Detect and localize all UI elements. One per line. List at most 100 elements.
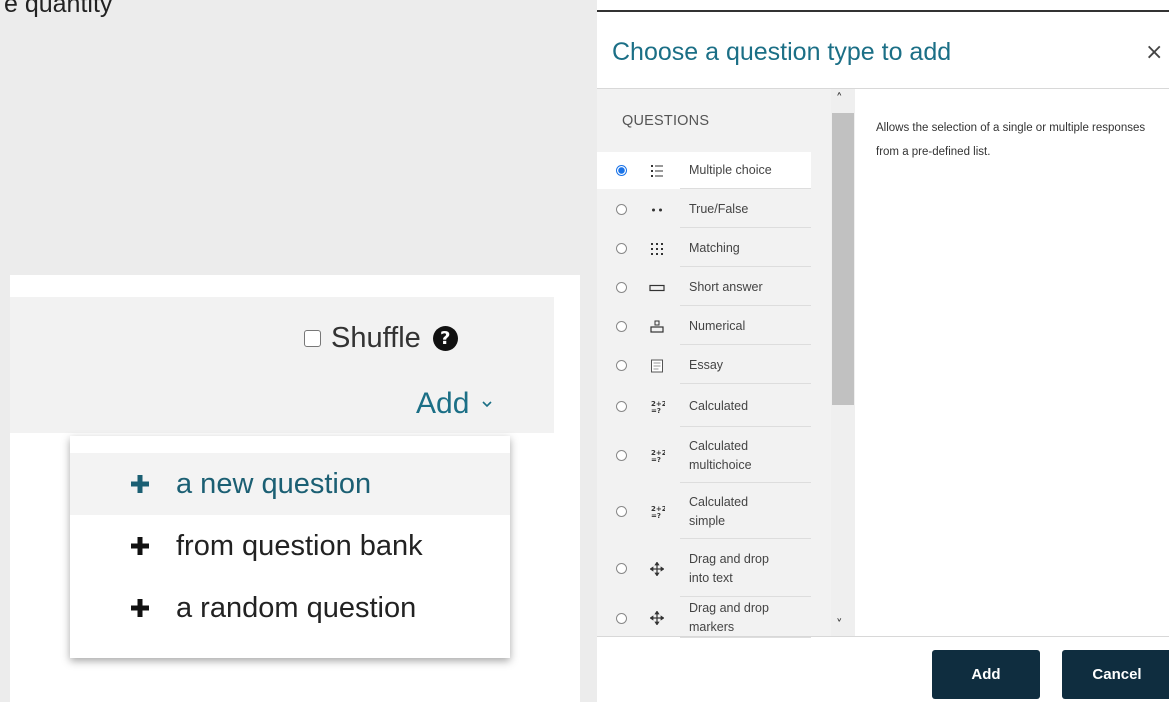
- question-type-radio[interactable]: [616, 243, 627, 254]
- shuffle-checkbox[interactable]: [304, 330, 321, 347]
- question-type-option[interactable]: Numerical: [597, 308, 811, 345]
- question-type-option[interactable]: Matching: [597, 230, 811, 267]
- question-type-label-line: Numerical: [689, 319, 746, 333]
- question-type-label: Matching: [689, 239, 740, 258]
- row-divider: [680, 188, 811, 189]
- help-icon[interactable]: ?: [432, 326, 458, 351]
- question-type-label-line: Calculated: [689, 494, 749, 509]
- row-divider: [680, 227, 811, 228]
- shuffle-control[interactable]: Shuffle ?: [304, 322, 458, 355]
- question-type-option[interactable]: 2+2 =? Calculated multichoice: [597, 428, 811, 483]
- row-divider: [680, 344, 811, 345]
- question-type-label: Drag and drop markers: [689, 599, 769, 637]
- question-type-radio[interactable]: [616, 204, 627, 215]
- row-divider: [680, 426, 811, 427]
- question-type-option[interactable]: Essay: [597, 347, 811, 384]
- question-type-option[interactable]: Multiple choice: [597, 152, 811, 189]
- scrollbar-thumb[interactable]: [832, 113, 854, 405]
- menu-item-from-question-bank[interactable]: from question bank: [70, 515, 510, 577]
- true-false-icon: [648, 201, 666, 219]
- section-heading: QUESTIONS: [622, 113, 710, 129]
- question-type-radio[interactable]: [616, 360, 627, 371]
- svg-text:=?: =?: [651, 456, 661, 464]
- numerical-icon: [648, 318, 666, 336]
- question-type-option[interactable]: 2+2 =? Calculated: [597, 386, 811, 427]
- drag-drop-icon: [648, 609, 666, 627]
- cropped-text: e quantity: [4, 0, 113, 18]
- dialog-title: Choose a question type to add: [612, 38, 952, 66]
- description-panel: [856, 89, 1169, 636]
- plus-icon: [131, 475, 149, 493]
- question-type-label-line: into text: [689, 570, 733, 585]
- question-type-label: Numerical: [689, 317, 745, 336]
- question-type-radio[interactable]: [616, 165, 627, 176]
- question-type-label-line: Drag and drop: [689, 601, 769, 615]
- plus-icon: [131, 599, 149, 617]
- close-icon[interactable]: ×: [1145, 40, 1163, 65]
- row-divider: [680, 538, 811, 539]
- multiple-choice-icon: [648, 162, 666, 180]
- essay-icon: [648, 357, 666, 375]
- row-divider: [680, 596, 811, 597]
- question-type-option[interactable]: Drag and drop markers: [597, 598, 811, 638]
- question-type-label: Short answer: [689, 278, 763, 297]
- add-button[interactable]: Add: [932, 650, 1040, 699]
- menu-item-random-question[interactable]: a random question: [70, 577, 510, 639]
- question-type-label-line: Short answer: [689, 280, 763, 294]
- dialog-border: [597, 10, 1169, 12]
- question-type-radio[interactable]: [616, 506, 627, 517]
- menu-item-label: a random question: [176, 591, 417, 624]
- question-type-label: Essay: [689, 356, 723, 375]
- question-type-label-line: Matching: [689, 241, 740, 255]
- row-divider: [680, 305, 811, 306]
- svg-text:=?: =?: [651, 407, 661, 415]
- add-dropdown-toggle[interactable]: Add: [416, 387, 493, 421]
- question-type-label-line: simple: [689, 513, 726, 528]
- row-divider: [680, 482, 811, 483]
- add-label: Add: [416, 387, 470, 420]
- question-type-radio[interactable]: [616, 612, 627, 624]
- question-type-option[interactable]: 2+2 =? Calculated simple: [597, 484, 811, 539]
- question-type-label: True/False: [689, 200, 748, 219]
- question-type-label-line: True/False: [689, 202, 749, 216]
- matching-icon: [648, 240, 666, 258]
- menu-item-new-question[interactable]: a new question: [70, 453, 510, 515]
- add-dropdown-menu: a new question from question bank a rand…: [70, 436, 510, 658]
- question-type-radio[interactable]: [616, 401, 627, 412]
- question-type-radio[interactable]: [616, 563, 627, 574]
- question-type-option[interactable]: Short answer: [597, 269, 811, 306]
- scroll-down-icon[interactable]: ˅: [836, 618, 843, 633]
- question-type-label: Calculated simple: [689, 493, 748, 531]
- question-type-label-line: markers: [689, 620, 735, 634]
- dialog-footer-divider: [597, 636, 1169, 637]
- question-type-label: Calculated multichoice: [689, 437, 752, 475]
- shuffle-label: Shuffle: [331, 322, 421, 354]
- menu-item-label: a new question: [176, 467, 372, 500]
- svg-text:=?: =?: [651, 512, 661, 520]
- question-type-option[interactable]: Drag and drop into text: [597, 540, 811, 597]
- short-answer-icon: [648, 279, 666, 297]
- question-type-label: Calculated: [689, 397, 748, 416]
- question-type-radio[interactable]: [616, 450, 627, 461]
- chevron-down-icon: [482, 401, 492, 408]
- question-type-label-line: Essay: [689, 358, 724, 372]
- row-divider: [680, 637, 811, 638]
- cancel-button[interactable]: Cancel: [1062, 650, 1169, 699]
- question-type-description: Allows the selection of a single or mult…: [876, 122, 1146, 158]
- question-type-label-line: multichoice: [689, 457, 752, 472]
- calculated-icon: 2+2 =?: [648, 503, 666, 521]
- question-type-radio[interactable]: [616, 321, 627, 332]
- plus-icon: [131, 537, 149, 555]
- question-type-label-line: Drag and drop: [689, 551, 769, 566]
- scroll-up-icon[interactable]: ˄: [836, 92, 843, 107]
- calculated-icon: 2+2 =?: [648, 398, 666, 416]
- drag-drop-icon: [648, 560, 666, 578]
- question-type-option[interactable]: True/False: [597, 191, 811, 228]
- calculated-icon: 2+2 =?: [648, 447, 666, 465]
- menu-item-label: from question bank: [176, 529, 423, 562]
- question-type-label-line: Calculated: [689, 399, 749, 413]
- question-type-radio[interactable]: [616, 282, 627, 293]
- question-type-label-line: Multiple choice: [689, 163, 772, 177]
- row-divider: [680, 383, 811, 384]
- question-type-label-line: Calculated: [689, 438, 749, 453]
